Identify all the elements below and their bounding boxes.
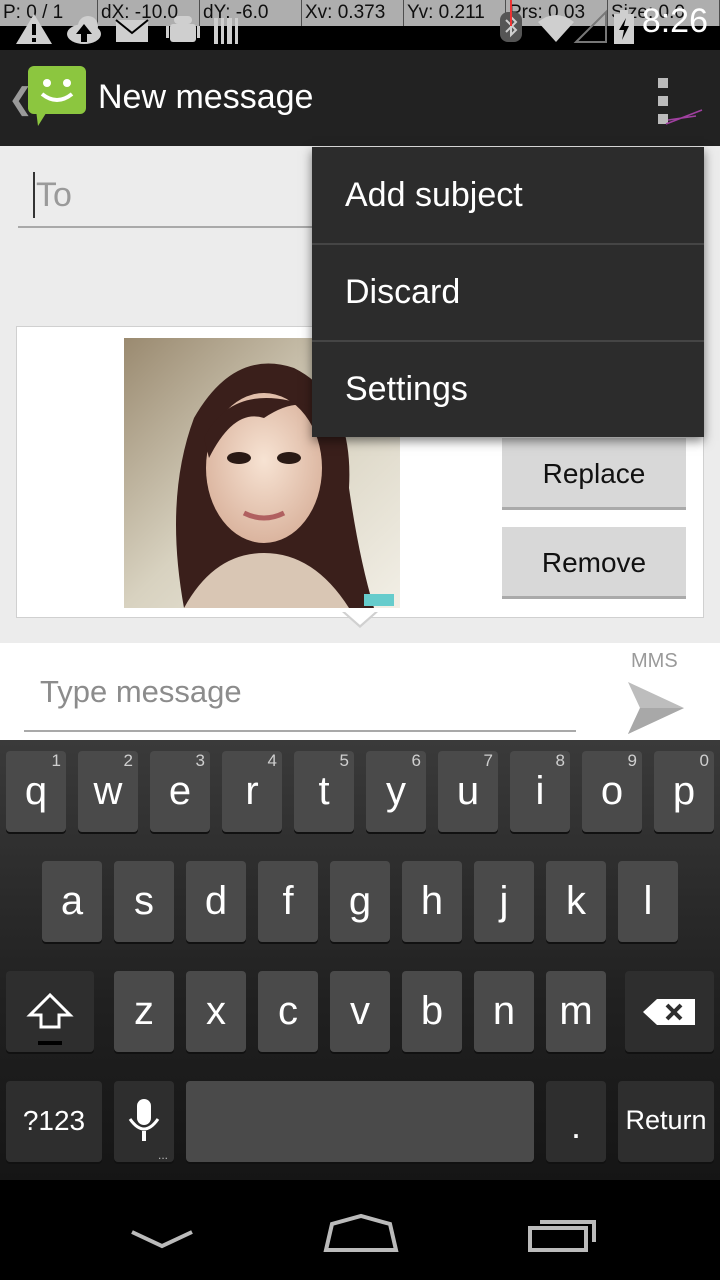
key-j[interactable]: j [474, 861, 534, 942]
key-g[interactable]: g [330, 861, 390, 942]
page-title: New message [98, 78, 314, 116]
debug-yv: Yv: 0.211 [404, 0, 506, 26]
replace-button[interactable]: Replace [502, 438, 686, 510]
message-type-label: MMS [631, 650, 678, 672]
send-icon[interactable] [624, 678, 688, 738]
symbols-key[interactable]: ?123 [6, 1081, 102, 1162]
key-f[interactable]: f [258, 861, 318, 942]
pointer-marker [510, 0, 512, 26]
key-h[interactable]: h [402, 861, 462, 942]
key-t[interactable]: 5t [294, 751, 354, 832]
shift-key[interactable] [6, 971, 94, 1052]
backspace-icon [643, 999, 695, 1025]
svg-text:...: ... [158, 1148, 168, 1162]
shift-arrow-icon [26, 992, 74, 1045]
warning-icon [16, 14, 52, 44]
key-o[interactable]: 9o [582, 751, 642, 832]
key-l[interactable]: l [618, 861, 678, 942]
key-r[interactable]: 4r [222, 751, 282, 832]
hide-keyboard-icon[interactable] [128, 1222, 196, 1252]
key-p[interactable]: 0p [654, 751, 714, 832]
key-u[interactable]: 7u [438, 751, 498, 832]
key-z[interactable]: z [114, 971, 174, 1052]
key-x[interactable]: x [186, 971, 246, 1052]
return-key[interactable]: Return [618, 1081, 714, 1162]
key-w[interactable]: 2w [78, 751, 138, 832]
recipient-placeholder: To [36, 176, 72, 214]
key-d[interactable]: d [186, 861, 246, 942]
key-m[interactable]: m [546, 971, 606, 1052]
android-debug-icon [166, 16, 200, 42]
recent-apps-icon[interactable] [526, 1214, 600, 1256]
microphone-icon: ... [128, 1099, 168, 1162]
menu-item-settings[interactable]: Settings [312, 341, 704, 438]
overflow-menu: Add subject Discard Settings [312, 147, 704, 437]
spacebar-key[interactable] [186, 1081, 534, 1162]
notification-icons [16, 14, 238, 44]
overflow-menu-icon[interactable] [656, 76, 706, 132]
signal-icon [573, 9, 607, 43]
key-q[interactable]: 1q [6, 751, 66, 832]
key-y[interactable]: 6y [366, 751, 426, 832]
key-b[interactable]: b [402, 971, 462, 1052]
remove-button[interactable]: Remove [502, 527, 686, 599]
system-status-icons [500, 9, 634, 44]
menu-item-add-subject[interactable]: Add subject [312, 147, 704, 244]
mail-icon [115, 19, 149, 42]
home-icon[interactable] [322, 1212, 400, 1254]
messaging-app-icon[interactable] [28, 66, 88, 128]
clock: 8:26 [641, 2, 708, 40]
text-cursor [33, 172, 35, 218]
debug-xv: Xv: 0.373 [302, 0, 404, 26]
attachment-pointer-fill [344, 611, 376, 625]
upload-icon [67, 16, 101, 44]
message-placeholder: Type message [40, 674, 242, 709]
key-a[interactable]: a [42, 861, 102, 942]
key-v[interactable]: v [330, 971, 390, 1052]
menu-item-discard[interactable]: Discard [312, 244, 704, 341]
key-c[interactable]: c [258, 971, 318, 1052]
battery-icon [614, 10, 634, 44]
key-k[interactable]: k [546, 861, 606, 942]
wifi-icon [538, 15, 574, 42]
key-i[interactable]: 8i [510, 751, 570, 832]
key-e[interactable]: 3e [150, 751, 210, 832]
period-key[interactable]: . [546, 1081, 606, 1162]
barcode-icon [214, 18, 238, 44]
key-n[interactable]: n [474, 971, 534, 1052]
voice-input-key[interactable]: ... [114, 1081, 174, 1162]
backspace-key[interactable] [625, 971, 714, 1052]
key-s[interactable]: s [114, 861, 174, 942]
